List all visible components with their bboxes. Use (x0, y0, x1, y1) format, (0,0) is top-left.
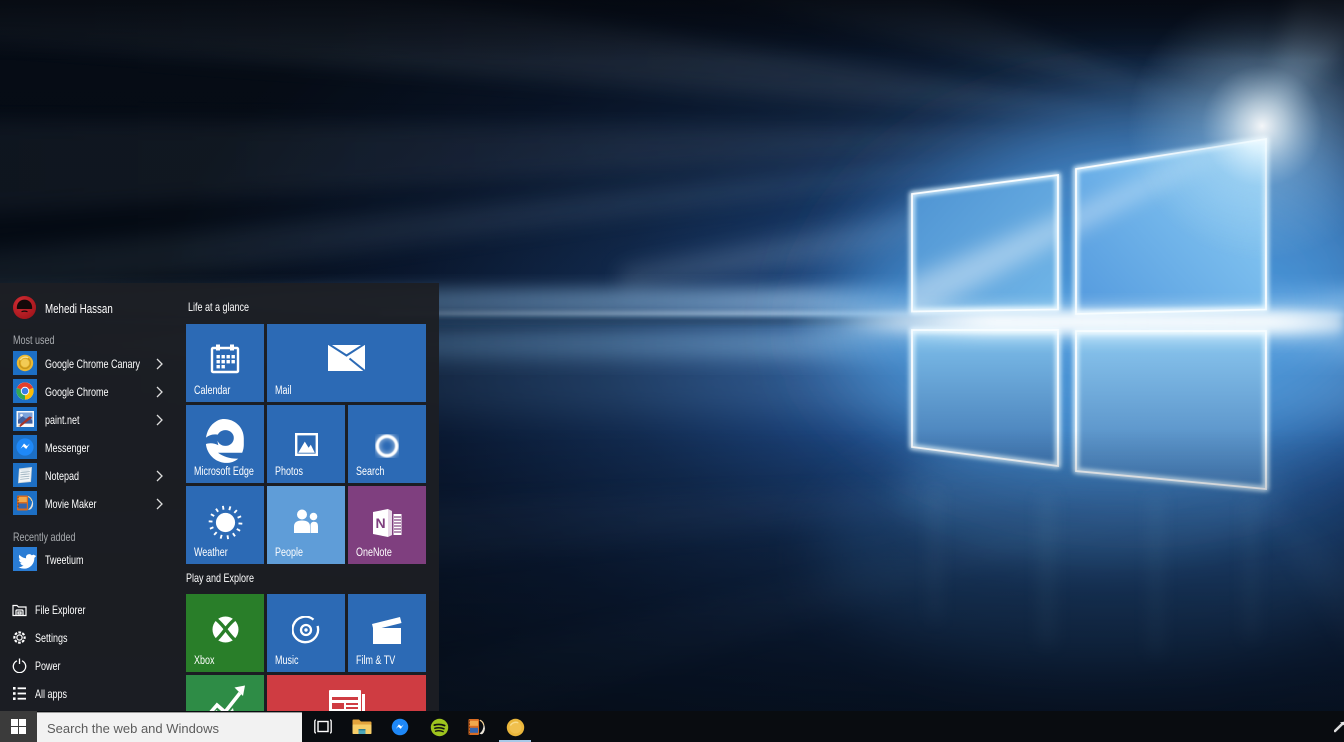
svg-text:N: N (375, 515, 385, 531)
